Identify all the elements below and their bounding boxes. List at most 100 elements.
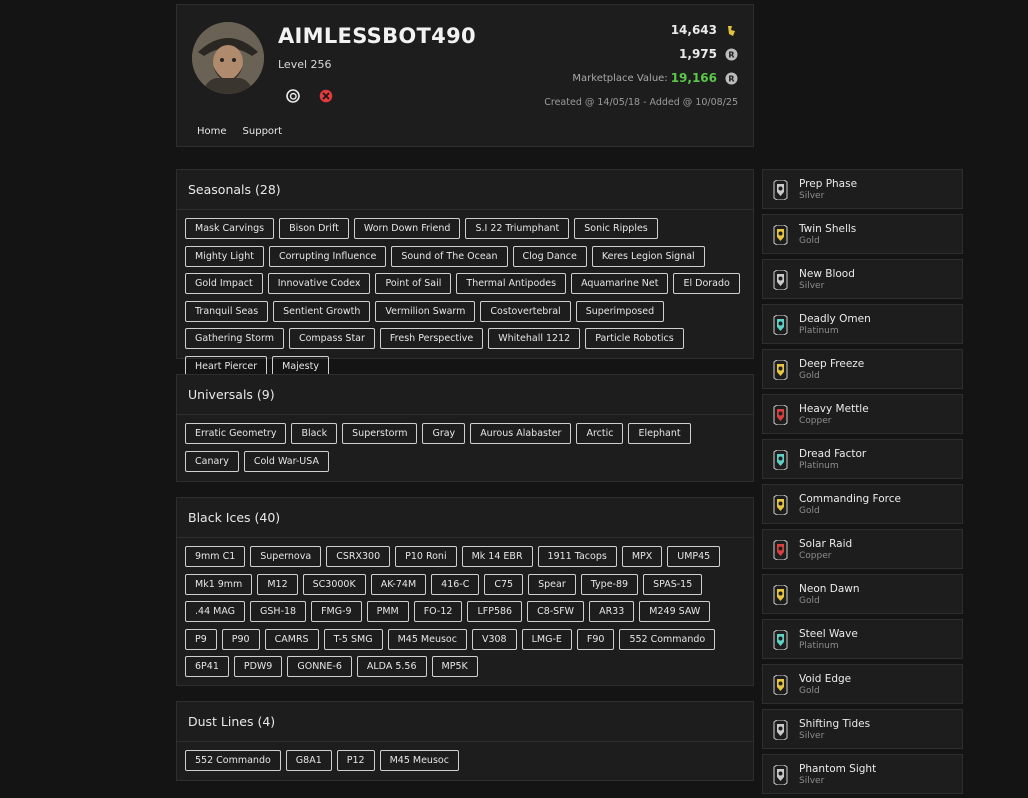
item-tag[interactable]: AR33 xyxy=(589,601,635,622)
item-tag[interactable]: GSH-18 xyxy=(250,601,307,622)
charm-item[interactable]: Prep Phase Silver xyxy=(762,169,963,209)
item-tag[interactable]: PDW9 xyxy=(233,656,283,677)
item-tag[interactable]: F90 xyxy=(576,628,615,650)
item-tag[interactable]: GONNE-6 xyxy=(287,656,352,677)
item-tag[interactable]: CAMRS xyxy=(264,628,319,650)
item-tag[interactable]: FMG-9 xyxy=(311,601,362,622)
item-tag[interactable]: Compass Star xyxy=(288,328,375,349)
item-tag[interactable]: LMG-E xyxy=(521,628,572,650)
item-tag[interactable]: M12 xyxy=(257,573,298,595)
item-tag[interactable]: Type-89 xyxy=(580,573,639,595)
item-tag[interactable]: Erratic Geometry xyxy=(185,423,287,444)
item-tag[interactable]: Gathering Storm xyxy=(185,328,284,349)
item-tag[interactable]: CSRX300 xyxy=(326,546,391,567)
r6-credits-icon: R xyxy=(725,72,738,84)
item-tag[interactable]: Whitehall 1212 xyxy=(488,328,581,349)
item-tag[interactable]: Sentient Growth xyxy=(273,300,371,322)
item-tag[interactable]: Canary xyxy=(185,450,239,472)
item-tag[interactable]: Aquamarine Net xyxy=(571,273,669,294)
item-tag[interactable]: Gold Impact xyxy=(185,273,263,294)
item-tag[interactable]: UMP45 xyxy=(667,546,721,567)
r6-credits-icon: R xyxy=(725,48,738,60)
charm-item[interactable]: Deadly Omen Platinum xyxy=(762,304,963,344)
item-tag[interactable]: Tranquil Seas xyxy=(185,300,269,322)
charm-item[interactable]: Phantom Sight Silver xyxy=(762,754,963,794)
item-tag[interactable]: Sonic Ripples xyxy=(574,218,658,239)
item-tag[interactable]: Arctic xyxy=(576,423,624,444)
item-tag[interactable]: MP5K xyxy=(431,656,478,677)
item-tag[interactable]: 9mm C1 xyxy=(185,546,246,567)
item-tag[interactable]: M45 Meusoc xyxy=(387,628,467,650)
item-tag[interactable]: S.I 22 Triumphant xyxy=(465,218,570,239)
item-tag[interactable]: T-5 SMG xyxy=(323,628,383,650)
item-tag[interactable]: P12 xyxy=(336,750,375,771)
charm-item[interactable]: Commanding Force Gold xyxy=(762,484,963,524)
charm-badge-icon xyxy=(773,540,788,560)
item-tag[interactable]: P90 xyxy=(221,628,260,650)
item-tag[interactable]: Clog Dance xyxy=(512,245,587,267)
item-tag[interactable]: ALDA 5.56 xyxy=(356,656,427,677)
item-tag[interactable]: LFP586 xyxy=(467,601,523,622)
item-tag[interactable]: Mighty Light xyxy=(185,245,264,267)
item-tag[interactable]: Particle Robotics xyxy=(585,328,684,349)
item-tag[interactable]: P9 xyxy=(185,628,217,650)
charm-item[interactable]: Twin Shells Gold xyxy=(762,214,963,254)
item-tag[interactable]: G8A1 xyxy=(285,750,332,771)
item-tag[interactable]: Keres Legion Signal xyxy=(591,245,705,267)
charm-item[interactable]: Solar Raid Copper xyxy=(762,529,963,569)
item-tag[interactable]: Mk1 9mm xyxy=(185,573,253,595)
item-tag[interactable]: M45 Meusoc xyxy=(379,750,459,771)
item-tag[interactable]: SC3000K xyxy=(302,573,366,595)
nav-home-link[interactable]: Home xyxy=(197,126,227,137)
item-tag[interactable]: P10 Roni xyxy=(395,546,457,567)
item-tag[interactable]: SPAS-15 xyxy=(643,573,703,595)
item-tag[interactable]: Aurous Alabaster xyxy=(470,423,572,444)
item-tag[interactable]: Supernova xyxy=(250,546,322,567)
item-tag[interactable]: PMM xyxy=(366,601,409,622)
xbox-icon[interactable] xyxy=(319,89,333,103)
item-tag[interactable]: Fresh Perspective xyxy=(379,328,484,349)
charm-item[interactable]: Heavy Mettle Copper xyxy=(762,394,963,434)
item-tag[interactable]: Superstorm xyxy=(342,423,418,444)
item-tag[interactable]: Mk 14 EBR xyxy=(461,546,533,567)
item-tag[interactable]: El Dorado xyxy=(673,273,740,294)
item-tag[interactable]: C75 xyxy=(484,573,524,595)
nav-support-link[interactable]: Support xyxy=(243,126,283,137)
item-tag[interactable]: FO-12 xyxy=(413,601,463,622)
item-tag[interactable]: Spear xyxy=(528,573,576,595)
charm-item[interactable]: Void Edge Gold xyxy=(762,664,963,704)
item-tag[interactable]: Elephant xyxy=(628,423,691,444)
charm-item[interactable]: Neon Dawn Gold xyxy=(762,574,963,614)
item-tag[interactable]: Innovative Codex xyxy=(267,273,371,294)
item-tag[interactable]: Thermal Antipodes xyxy=(456,273,567,294)
item-tag[interactable]: 552 Commando xyxy=(619,628,716,650)
item-tag[interactable]: MPX xyxy=(621,546,663,567)
item-tag[interactable]: C8-SFW xyxy=(527,601,585,622)
item-tag[interactable]: Mask Carvings xyxy=(185,218,275,239)
item-tag[interactable]: V308 xyxy=(471,628,517,650)
item-tag[interactable]: 6P41 xyxy=(185,656,229,677)
item-tag[interactable]: Vermilion Swarm xyxy=(375,300,476,322)
item-tag[interactable]: Point of Sail xyxy=(375,273,452,294)
charm-item[interactable]: Steel Wave Platinum xyxy=(762,619,963,659)
item-tag[interactable]: Corrupting Influence xyxy=(268,245,387,267)
charm-item[interactable]: Dread Factor Platinum xyxy=(762,439,963,479)
item-tag[interactable]: AK-74M xyxy=(370,573,427,595)
charm-item[interactable]: Shifting Tides Silver xyxy=(762,709,963,749)
item-tag[interactable]: Black xyxy=(291,423,338,444)
item-tag[interactable]: Sound of The Ocean xyxy=(391,245,508,267)
item-tag[interactable]: Gray xyxy=(422,423,466,444)
item-tag[interactable]: Bison Drift xyxy=(279,218,349,239)
item-tag[interactable]: M249 SAW xyxy=(639,601,711,622)
item-tag[interactable]: Worn Down Friend xyxy=(353,218,461,239)
item-tag[interactable]: 552 Commando xyxy=(185,750,281,771)
item-tag[interactable]: Superimposed xyxy=(575,300,665,322)
item-tag[interactable]: 1911 Tacops xyxy=(537,546,617,567)
item-tag[interactable]: 416-C xyxy=(431,573,480,595)
item-tag[interactable]: Costovertebral xyxy=(480,300,571,322)
charm-item[interactable]: New Blood Silver xyxy=(762,259,963,299)
ubisoft-icon[interactable] xyxy=(286,89,300,103)
charm-item[interactable]: Deep Freeze Gold xyxy=(762,349,963,389)
item-tag[interactable]: Cold War-USA xyxy=(243,450,329,472)
item-tag[interactable]: .44 MAG xyxy=(185,601,246,622)
